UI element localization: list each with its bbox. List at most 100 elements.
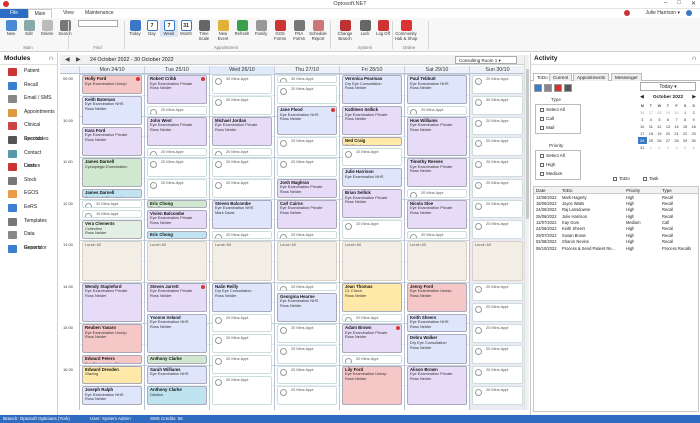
- appointment[interactable]: Steven Balcombe Eye Examination NHS Mark D…: [212, 199, 272, 229]
- appointment[interactable]: Anthony Clarke Dilation: [147, 386, 207, 405]
- day-cell[interactable]: 7: [672, 116, 681, 123]
- appointment[interactable]: Jane Flood Eye Examination NHS Ross Nelder: [277, 106, 337, 136]
- open-slot[interactable]: 20 Mins Appt: [472, 199, 523, 219]
- open-slot[interactable]: 20 Mins Appt: [277, 137, 337, 156]
- appointment[interactable]: Carl Cairns Eye Examination Private Ross N…: [277, 199, 337, 229]
- day-cell[interactable]: 10: [638, 123, 647, 130]
- family-button[interactable]: Family: [252, 20, 270, 37]
- open-slot[interactable]: 20 Mins Appt: [277, 324, 337, 343]
- appointment[interactable]: James Darnell Cycloplegic Examination: [82, 158, 142, 188]
- appointment[interactable]: Keith Bateman Eye Examination NHS Ross Nel…: [82, 95, 142, 125]
- notification-icon[interactable]: [624, 10, 630, 16]
- time-scale-button[interactable]: Time Scale: [195, 20, 213, 41]
- open-slot[interactable]: 20 Mins Appt: [277, 158, 337, 177]
- appointment[interactable]: Josh Maghran Eye Examination Private Ross …: [277, 178, 337, 198]
- open-slot[interactable]: 20 Mins Appt: [277, 344, 337, 364]
- day-cell[interactable]: 26: [638, 109, 647, 116]
- day-cell[interactable]: 4: [647, 116, 656, 123]
- activity-tool-icon[interactable]: [544, 84, 552, 92]
- change-branch-button[interactable]: Change Branch: [336, 20, 354, 41]
- open-slot[interactable]: 20 Mins Appt: [472, 344, 523, 364]
- week-button[interactable]: 7 Week: [160, 20, 178, 37]
- appointment[interactable]: Michael Jordan Eye Examination Private Ros…: [212, 116, 272, 146]
- day-button[interactable]: 7 Day: [143, 20, 161, 37]
- open-slot[interactable]: 20 Mins Appt: [212, 158, 272, 177]
- appointment[interactable]: Holly Ford Eye Examination Unexp: [82, 75, 142, 94]
- appointment[interactable]: Wendy Stapleford Eye Examination Private R…: [82, 282, 142, 322]
- sidebar-item-recall[interactable]: Recall: [0, 79, 57, 93]
- open-slot[interactable]: 20 Mins Appt: [472, 116, 523, 136]
- open-slot[interactable]: 20 Mins Appt: [342, 220, 402, 239]
- column-header[interactable]: ToDo: [562, 188, 573, 193]
- month-button[interactable]: 31 Month: [177, 20, 195, 37]
- appointment[interactable]: Reuben Yasaro Eye Examination Unexp Ross N…: [82, 324, 142, 354]
- open-slot[interactable]: 20 Mins Appt: [472, 365, 523, 385]
- open-slot[interactable]: 20 Mins Appt: [212, 95, 272, 115]
- open-slot[interactable]: 20 Mins Appt: [472, 282, 523, 302]
- open-slot[interactable]: 20 Mins Appt: [277, 365, 337, 385]
- sidebar-item-data-generator[interactable]: Data Generator: [0, 228, 57, 251]
- open-slot[interactable]: 30 Mins Appt: [472, 95, 523, 115]
- open-slot[interactable]: 30 Mins Appt: [277, 75, 337, 84]
- schedule-report-button[interactable]: Schedule Report: [309, 20, 327, 41]
- day-cell[interactable]: 3: [638, 116, 647, 123]
- new-event-button[interactable]: New Event: [214, 20, 232, 41]
- day-cell[interactable]: 17: [638, 130, 647, 137]
- appointment[interactable]: Huw Williams Eye Examination Private Ross …: [407, 116, 467, 156]
- open-slot[interactable]: 10 Mins Appt: [82, 209, 142, 219]
- appointment[interactable]: Nalin Reilly Dry Eye Consultation Ross Nel…: [212, 282, 272, 312]
- sidebar-item-reports[interactable]: Reports: [0, 242, 57, 256]
- open-slot[interactable]: 20 Mins Appt: [342, 313, 402, 322]
- today-select[interactable]: Today ▾: [640, 82, 696, 91]
- column-header[interactable]: Date: [536, 188, 546, 193]
- open-slot[interactable]: 20 Mins Appt: [212, 375, 272, 405]
- activity-tool-icon[interactable]: [554, 84, 562, 92]
- day-cell[interactable]: 12: [655, 123, 664, 130]
- open-slot[interactable]: 20 Mins Appt: [147, 147, 207, 156]
- open-slot[interactable]: 20 Mins Appt: [472, 303, 523, 322]
- open-slot[interactable]: 20 Mins Appt: [147, 158, 207, 177]
- day-cell[interactable]: 23: [689, 130, 698, 137]
- open-slot[interactable]: 20 Mins Appt: [342, 147, 402, 167]
- user-menu[interactable]: Julie Harrison ▾: [646, 10, 680, 16]
- pin-icon[interactable]: ⊓: [49, 53, 53, 65]
- day-cell[interactable]: 28: [672, 137, 681, 144]
- activity-tab-messenger[interactable]: Messenger: [611, 73, 642, 81]
- day-cell[interactable]: 20: [664, 130, 673, 137]
- pin-icon[interactable]: ⊓: [692, 53, 696, 65]
- appointment[interactable]: John West Eye Examination Private Ross Nel…: [147, 116, 207, 146]
- day-cell[interactable]: 14: [672, 123, 681, 130]
- type-filter-select-all[interactable]: Select All: [540, 107, 565, 112]
- day-cell[interactable]: 3: [664, 144, 673, 151]
- appointment[interactable]: Eric Chong Eye Examination: [147, 199, 207, 208]
- open-slot[interactable]: 20 Mins Appt: [407, 230, 467, 239]
- appointment[interactable]: Kathleen Sellick Eye Examination Private R…: [342, 106, 402, 136]
- day-cell[interactable]: 9: [689, 116, 698, 123]
- appointment[interactable]: Yvonne Ireland Eye Examination NHS Ross Ne…: [147, 313, 207, 354]
- day-cell[interactable]: 19: [655, 130, 664, 137]
- day-cell[interactable]: 30: [689, 137, 698, 144]
- prev-month-icon[interactable]: ◀: [640, 94, 644, 102]
- day-cell[interactable]: 11: [647, 123, 656, 130]
- sidebar-item-clinical-records[interactable]: Clinical Records: [0, 119, 57, 142]
- todo-row[interactable]: 06/10/2022 Process & Send Patient Re... Hi…: [534, 245, 698, 251]
- appointment[interactable]: Timothy Reeves Eye Examination Private Ros…: [407, 158, 467, 188]
- tab-main[interactable]: Main: [28, 9, 52, 18]
- day-cell[interactable]: 16: [689, 123, 698, 130]
- day-cell[interactable]: 1: [647, 144, 656, 151]
- day-cell[interactable]: 29: [664, 109, 673, 116]
- close-icon[interactable]: ✕: [691, 0, 696, 7]
- gos-forms-button[interactable]: GOS Forms: [271, 20, 289, 41]
- day-cell[interactable]: 27: [647, 109, 656, 116]
- open-slot[interactable]: 20 Mins Appt: [472, 386, 523, 405]
- open-slot[interactable]: 20 Mins Appt: [342, 355, 402, 364]
- appointment[interactable]: Keith Sheers Eye Examination NHS Ross Neld…: [407, 313, 467, 333]
- day-cell[interactable]: 25: [647, 137, 656, 144]
- open-slot[interactable]: 20 Mins Appt: [472, 75, 523, 94]
- appointment[interactable]: Ned Craig CL Check: [342, 137, 402, 146]
- delete-button[interactable]: Delete: [38, 20, 56, 37]
- sidebar-item-cash[interactable]: Cash: [0, 160, 57, 174]
- appointment[interactable]: Kara Ford Eye Examination Private Ross Nel…: [82, 126, 142, 156]
- sidebar-item-spectacles[interactable]: Spectacles: [0, 133, 57, 147]
- appointment[interactable]: Adam Brown Eye Examination Private Ross Ne…: [342, 324, 402, 354]
